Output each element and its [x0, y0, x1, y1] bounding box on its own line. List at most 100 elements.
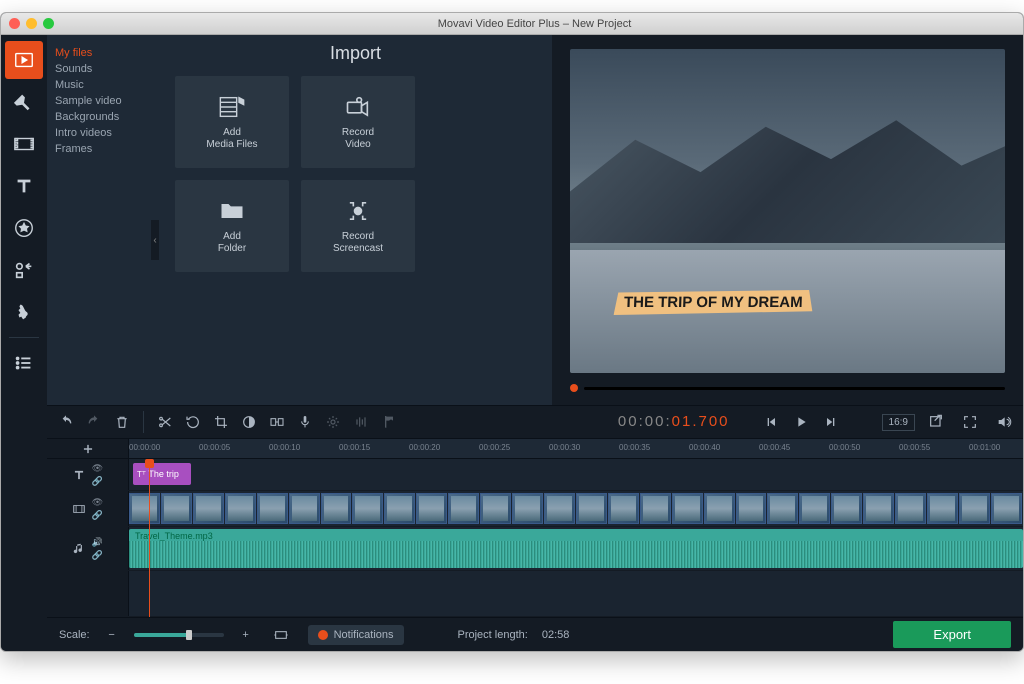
add-track-button[interactable] [47, 439, 129, 458]
video-clip-thumb[interactable] [863, 493, 894, 524]
video-clip-thumb[interactable] [289, 493, 320, 524]
video-track-header[interactable]: 👁🔗 [47, 491, 129, 526]
video-clip-thumb[interactable] [384, 493, 415, 524]
add-folder-tile[interactable]: Add Folder [175, 180, 289, 272]
video-clip-thumb[interactable] [544, 493, 575, 524]
next-frame-button[interactable] [818, 409, 844, 435]
notifications-button[interactable]: Notifications [308, 625, 404, 645]
video-clip-thumb[interactable] [799, 493, 830, 524]
maximize-window-button[interactable] [43, 18, 54, 29]
video-clip-thumb[interactable] [448, 493, 479, 524]
video-clip-thumb[interactable] [640, 493, 671, 524]
empty-track[interactable] [129, 571, 1023, 616]
zoom-in-button[interactable]: + [238, 622, 254, 648]
folder-icon [218, 197, 246, 225]
rotate-button[interactable] [180, 409, 206, 435]
title-track-header[interactable]: 👁🔗 [47, 459, 129, 490]
category-backgrounds[interactable]: Backgrounds [55, 109, 151, 125]
scale-slider-thumb[interactable] [186, 630, 192, 640]
preview-scrubber[interactable] [570, 379, 1005, 397]
play-button[interactable] [788, 409, 814, 435]
title-track[interactable]: T⸆ The trip [129, 459, 1023, 490]
video-clip-thumb[interactable] [321, 493, 352, 524]
minimize-window-button[interactable] [26, 18, 37, 29]
undo-button[interactable] [53, 409, 79, 435]
sidebar-stickers-button[interactable] [5, 209, 43, 247]
time-ruler[interactable]: 00:00:0000:00:0500:00:1000:00:1500:00:20… [129, 439, 1023, 458]
video-clip-thumb[interactable] [161, 493, 192, 524]
video-clip-thumb[interactable] [257, 493, 288, 524]
record-audio-button[interactable] [292, 409, 318, 435]
preview-video[interactable]: THE TRIP OF MY DREAM [570, 49, 1005, 373]
redo-button[interactable] [81, 409, 107, 435]
video-clip-thumb[interactable] [512, 493, 543, 524]
detach-preview-button[interactable] [923, 409, 949, 435]
color-adjust-button[interactable] [236, 409, 262, 435]
zoom-out-button[interactable]: − [104, 622, 120, 648]
category-sounds[interactable]: Sounds [55, 61, 151, 77]
close-window-button[interactable] [9, 18, 20, 29]
video-clip-thumb[interactable] [225, 493, 256, 524]
ruler-tick: 00:01:00 [969, 443, 1000, 452]
add-media-files-tile[interactable]: Add Media Files [175, 76, 289, 168]
video-clip-thumb[interactable] [704, 493, 735, 524]
video-clip-thumb[interactable] [927, 493, 958, 524]
record-video-tile[interactable]: Record Video [301, 76, 415, 168]
video-clip-thumb[interactable] [736, 493, 767, 524]
export-button[interactable]: Export [893, 621, 1011, 648]
video-clip-thumb[interactable] [991, 493, 1022, 524]
category-intro-videos[interactable]: Intro videos [55, 125, 151, 141]
audio-clip[interactable]: Travel_Theme.mp3 [129, 529, 1023, 568]
timeline-playhead[interactable] [149, 459, 150, 617]
split-button[interactable] [152, 409, 178, 435]
clip-properties-button[interactable] [320, 409, 346, 435]
app-window: Movavi Video Editor Plus – New Project M… [0, 12, 1024, 652]
category-frames[interactable]: Frames [55, 141, 151, 157]
sidebar-filters-button[interactable] [5, 83, 43, 121]
video-track[interactable] [129, 491, 1023, 526]
sidebar-transitions-button[interactable] [5, 125, 43, 163]
transition-wizard-button[interactable] [264, 409, 290, 435]
crop-button[interactable] [208, 409, 234, 435]
audio-properties-button[interactable] [348, 409, 374, 435]
scrubber-track[interactable] [584, 387, 1005, 390]
video-clip-thumb[interactable] [672, 493, 703, 524]
delete-button[interactable] [109, 409, 135, 435]
video-clip-thumb[interactable] [576, 493, 607, 524]
sidebar-animation-button[interactable] [5, 293, 43, 331]
scale-slider[interactable] [134, 633, 224, 637]
fit-timeline-button[interactable] [268, 622, 294, 648]
video-clip-thumb[interactable] [608, 493, 639, 524]
sidebar-more-button[interactable] [5, 344, 43, 382]
video-clip-thumb[interactable] [480, 493, 511, 524]
video-clip-thumb[interactable] [767, 493, 798, 524]
sidebar-import-button[interactable] [5, 41, 43, 79]
volume-button[interactable] [991, 409, 1017, 435]
record-screencast-tile[interactable]: Record Screencast [301, 180, 415, 272]
sidebar-titles-button[interactable] [5, 167, 43, 205]
video-clips[interactable] [129, 493, 1023, 524]
left-sidebar [1, 35, 47, 651]
video-clip-thumb[interactable] [831, 493, 862, 524]
video-clip-thumb[interactable] [895, 493, 926, 524]
prev-frame-button[interactable] [758, 409, 784, 435]
audio-track-header[interactable]: 🔊🔗 [47, 527, 129, 570]
audio-track-icon [72, 542, 86, 556]
category-my-files[interactable]: My files [55, 45, 151, 61]
category-music[interactable]: Music [55, 77, 151, 93]
panel-collapse-handle[interactable]: ‹ [151, 220, 159, 260]
aspect-ratio-button[interactable]: 16:9 [882, 414, 915, 431]
video-clip-thumb[interactable] [416, 493, 447, 524]
video-clip-thumb[interactable] [193, 493, 224, 524]
video-clip-thumb[interactable] [352, 493, 383, 524]
video-clip-thumb[interactable] [959, 493, 990, 524]
title-clip[interactable]: T⸆ The trip [133, 463, 191, 485]
sidebar-separator [9, 337, 39, 338]
sidebar-callouts-button[interactable] [5, 251, 43, 289]
scrubber-playhead-icon[interactable] [570, 384, 578, 392]
marker-button[interactable] [376, 409, 402, 435]
audio-track[interactable]: Travel_Theme.mp3 [129, 527, 1023, 570]
fullscreen-button[interactable] [957, 409, 983, 435]
video-clip-thumb[interactable] [129, 493, 160, 524]
category-sample-video[interactable]: Sample video [55, 93, 151, 109]
